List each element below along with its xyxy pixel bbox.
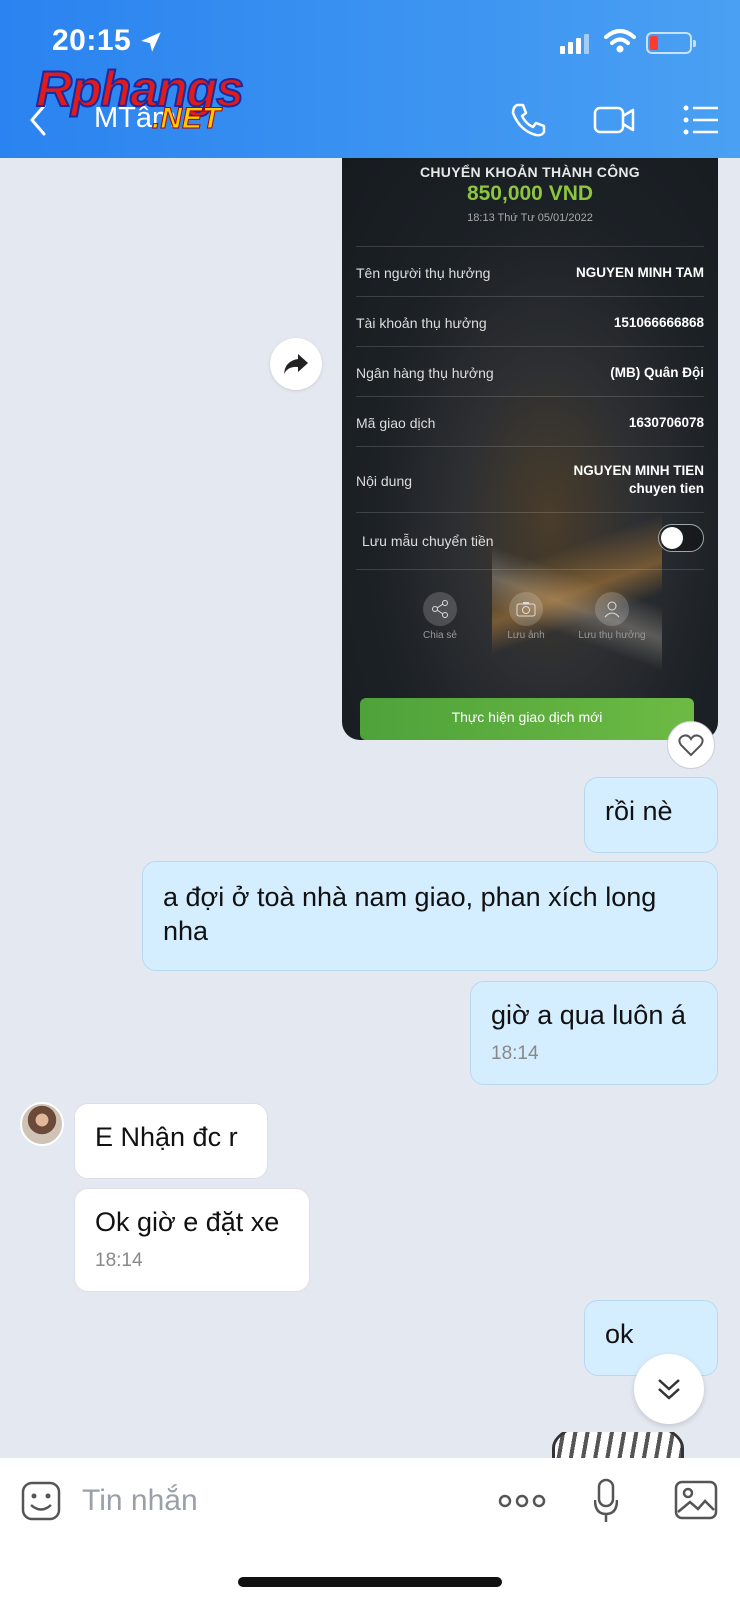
receipt-row: Tài khoản thụ hưởng 151066666868 (356, 296, 704, 346)
receipt-row-label: Mã giao dịch (356, 415, 436, 431)
message-text: rồi nè (605, 796, 673, 826)
message-bubble-sent[interactable]: giờ a qua luôn á 18:14 (470, 981, 718, 1085)
receipt-row-value: 1630706078 (628, 415, 704, 430)
message-text: ok (605, 1319, 634, 1349)
wifi-icon (604, 29, 636, 53)
receipt-row-value-line2: chuyen tien (628, 481, 704, 496)
microphone-icon[interactable] (594, 1478, 618, 1524)
receipt-row-label: Tài khoản thụ hưởng (356, 315, 487, 331)
message-time: 18:14 (491, 1043, 539, 1064)
sticker-message[interactable] (552, 1432, 684, 1458)
forward-share-button[interactable] (270, 338, 322, 390)
scroll-to-bottom-button[interactable] (634, 1354, 704, 1424)
receipt-row: Ngân hàng thụ hưởng (MB) Quân Đội (356, 346, 704, 396)
message-text: E Nhận đc r (95, 1122, 238, 1152)
message-text: giờ a qua luôn á (491, 1000, 686, 1030)
new-transaction-button[interactable]: Thực hiện giao dịch mới (360, 698, 694, 740)
save-image-action[interactable]: Lưu ảnh (486, 592, 566, 641)
status-time: 20:15 (52, 24, 132, 57)
message-bubble-received[interactable]: E Nhận đc r (74, 1103, 268, 1179)
receipt-row-label: Tên người thụ hưởng (356, 265, 491, 281)
more-options-icon[interactable] (498, 1494, 546, 1508)
video-call-icon[interactable] (592, 100, 636, 140)
save-template-label: Lưu mẫu chuyển tiền (362, 533, 494, 549)
save-beneficiary-label: Lưu thụ hưởng (578, 630, 646, 641)
forward-arrow-icon (284, 354, 308, 374)
message-text: a đợi ở toà nhà nam giao, phan xích long… (163, 882, 657, 946)
heart-icon (678, 734, 704, 757)
save-template-row: Lưu mẫu chuyển tiền (356, 512, 704, 570)
person-icon (604, 601, 620, 618)
receipt-row: Mã giao dịch 1630706078 (356, 396, 704, 446)
receipt-row: Tên người thụ hưởng NGUYEN MINH TAM (356, 246, 704, 296)
receipt-amount: 850,000 VND (466, 182, 594, 205)
message-bubble-sent[interactable]: a đợi ở toà nhà nam giao, phan xích long… (142, 861, 718, 971)
menu-list-icon[interactable] (682, 100, 722, 140)
receipt-row: Nội dung NGUYEN MINH TIEN chuyen tien (356, 446, 704, 512)
watermark-net-text: .NET (151, 102, 221, 136)
message-bubble-received[interactable]: Ok giờ e đặt xe 18:14 (74, 1188, 310, 1292)
receipt-row-value: (MB) Quân Đội (610, 365, 704, 380)
contact-avatar[interactable] (20, 1102, 64, 1146)
share-action-label: Chia sẻ (423, 630, 457, 641)
save-beneficiary-action[interactable]: Lưu thụ hưởng (572, 592, 652, 641)
double-chevron-down-icon (658, 1379, 680, 1400)
share-icon (432, 600, 448, 618)
camera-icon (516, 602, 536, 617)
phone-call-icon[interactable] (508, 100, 548, 140)
receipt-heading: CHUYỂN KHOẢN THÀNH CÔNG (419, 164, 640, 180)
home-indicator (238, 1577, 502, 1587)
message-text: Ok giờ e đặt xe (95, 1207, 280, 1237)
react-heart-button[interactable] (667, 721, 715, 769)
message-input[interactable]: Tin nhắn (82, 1484, 198, 1518)
receipt-row-value: NGUYEN MINH TAM (576, 265, 704, 280)
save-image-label: Lưu ảnh (507, 630, 545, 641)
watermark-logo: Rphangs .NET (35, 60, 266, 140)
receipt-row-value: 151066666868 (613, 315, 704, 330)
receipt-row-label: Nội dung (356, 473, 413, 489)
message-time: 18:14 (95, 1250, 143, 1271)
image-gallery-icon[interactable] (674, 1480, 718, 1520)
share-action[interactable]: Chia sẻ (400, 592, 480, 641)
receipt-row-value: NGUYEN MINH TIEN (573, 463, 704, 478)
battery-icon (646, 32, 696, 54)
save-template-toggle[interactable] (658, 524, 704, 552)
emoji-sticker-icon[interactable] (20, 1480, 62, 1522)
receipt-datetime: 18:13 Thứ Tư 05/01/2022 (467, 212, 593, 224)
transfer-receipt-image[interactable]: CHUYỂN KHOẢN THÀNH CÔNG 850,000 VND 18:1… (342, 158, 718, 740)
message-bubble-sent[interactable]: rồi nè (584, 777, 718, 853)
receipt-row-label: Ngân hàng thụ hưởng (356, 365, 494, 381)
location-arrow-icon (141, 32, 161, 52)
chat-header: 20:15 MTâm Rphangs .NET (0, 0, 740, 158)
